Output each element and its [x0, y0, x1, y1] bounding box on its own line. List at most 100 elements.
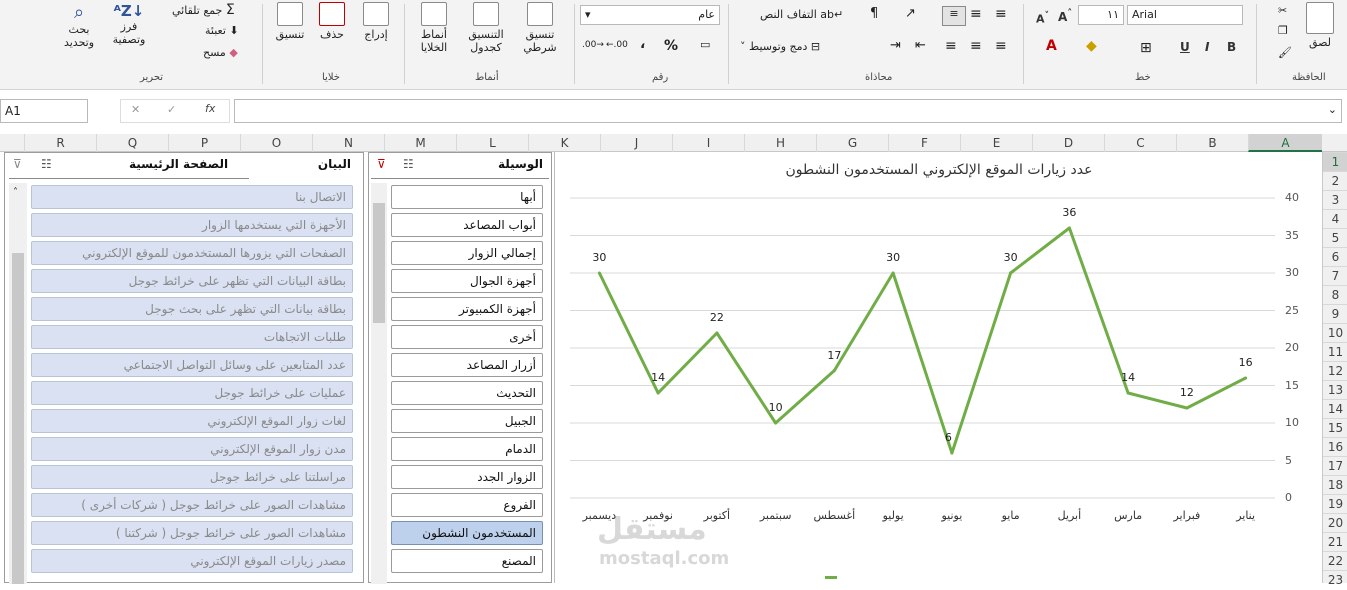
row-header[interactable]: 23	[1323, 570, 1347, 589]
autosum-button[interactable]: جمع تلقائي Σ	[172, 2, 235, 18]
column-header[interactable]: N	[312, 134, 384, 152]
slicer-main[interactable]: البيان الصفحة الرئيسية ☷ ⊽ ˄ الاتصال بنا…	[4, 152, 364, 584]
data-point[interactable]	[715, 331, 719, 335]
underline-button[interactable]: U	[1180, 40, 1190, 54]
align-left-icon[interactable]: ≡	[945, 38, 957, 54]
multi-select-icon[interactable]: ☷	[403, 157, 414, 171]
align-right-icon[interactable]: ≡	[995, 38, 1007, 54]
column-header[interactable]: J	[600, 134, 672, 152]
data-point[interactable]	[656, 391, 660, 395]
column-header[interactable]: I	[672, 134, 744, 152]
merge-center-button[interactable]: ˅ دمج وتوسيط ⊟	[740, 40, 820, 53]
column-header[interactable]: P	[168, 134, 240, 152]
rtl-icon[interactable]: ¶	[870, 6, 878, 21]
row-header[interactable]: 6	[1323, 247, 1347, 266]
slicer-main-item[interactable]: بطاقة بيانات التي تظهر على بحث جوجل	[31, 297, 353, 321]
column-header[interactable]: C	[1104, 134, 1176, 152]
column-header[interactable]: A	[1248, 134, 1322, 152]
slicer-channel-item[interactable]: أخرى	[391, 325, 543, 349]
slicer-main-item[interactable]: لغات زوار الموقع الإلكتروني	[31, 409, 353, 433]
decrease-decimal-icon[interactable]: .00→	[582, 40, 604, 50]
row-header[interactable]: 13	[1323, 380, 1347, 399]
slicer-main-item[interactable]: الصفحات التي يزورها المستخدمون للموقع ال…	[31, 241, 353, 265]
border-icon[interactable]: ⊞	[1140, 40, 1152, 56]
row-header[interactable]: 2	[1323, 171, 1347, 190]
align-center-icon[interactable]: ≡	[970, 38, 982, 54]
column-header[interactable]: E	[960, 134, 1032, 152]
formula-input[interactable]: ⌄	[234, 99, 1342, 123]
row-header[interactable]: 10	[1323, 323, 1347, 342]
row-header[interactable]: 8	[1323, 285, 1347, 304]
column-header[interactable]: R	[24, 134, 96, 152]
data-point[interactable]	[597, 271, 601, 275]
scroll-thumb[interactable]	[12, 253, 24, 584]
row-header[interactable]: 22	[1323, 551, 1347, 570]
name-box[interactable]: A1	[0, 99, 88, 123]
column-header[interactable]: B	[1176, 134, 1248, 152]
delete-button[interactable]: حذف	[314, 2, 350, 41]
slicer-channel-item[interactable]: المستخدمون النشطون	[391, 521, 543, 545]
row-header[interactable]: 16	[1323, 437, 1347, 456]
wrap-text-button[interactable]: التفاف النص ab↵	[760, 8, 843, 21]
italic-button[interactable]: I	[1205, 40, 1209, 54]
slicer-channel-item[interactable]: أجهزة الكمبيوتر	[391, 297, 543, 321]
data-point[interactable]	[950, 451, 954, 455]
clear-filter-icon[interactable]: ⊽	[377, 157, 386, 171]
slicer-channel-item[interactable]: المصنع	[391, 549, 543, 573]
row-header[interactable]: 17	[1323, 456, 1347, 475]
align-top-icon[interactable]: ≡	[995, 6, 1007, 22]
slicer-main-item[interactable]: مراسلتنا على خرائط جوجل	[31, 465, 353, 489]
slicer-channel-item[interactable]: أزرار المصاعد	[391, 353, 543, 377]
series-line[interactable]	[598, 226, 1247, 455]
increase-indent-icon[interactable]: ⇥	[890, 38, 901, 53]
row-header[interactable]: 19	[1323, 494, 1347, 513]
column-header[interactable]: O	[240, 134, 312, 152]
conditional-format-button[interactable]: تنسيق شرطي	[515, 2, 565, 54]
find-select-button[interactable]: ⌕ بحث وتحديد	[56, 2, 102, 49]
slicer-main-item[interactable]: عمليات على خرائط جوجل	[31, 381, 353, 405]
row-header[interactable]: 11	[1323, 342, 1347, 361]
slicer-main-scrollbar[interactable]: ˄	[9, 183, 27, 584]
cancel-icon[interactable]: ✕	[131, 103, 140, 116]
enter-icon[interactable]: ✓	[167, 103, 176, 116]
row-header[interactable]: 15	[1323, 418, 1347, 437]
align-middle-icon[interactable]: ≡	[970, 6, 982, 22]
cut-icon[interactable]: ✂	[1278, 4, 1287, 17]
data-point[interactable]	[774, 421, 778, 425]
clear-filter-icon[interactable]: ⊽	[13, 157, 22, 171]
function-icon[interactable]: fx	[205, 102, 215, 115]
row-header[interactable]: 3	[1323, 190, 1347, 209]
accounting-icon[interactable]: ▭	[700, 38, 710, 51]
chart-area[interactable]: عدد زيارات الموقع الإلكتروني المستخدمون …	[554, 152, 1322, 583]
slicer-channel-item[interactable]: إجمالي الزوار	[391, 241, 543, 265]
orientation-icon[interactable]: ↗	[905, 6, 916, 21]
column-header[interactable]: L	[456, 134, 528, 152]
format-button[interactable]: تنسيق	[270, 2, 310, 41]
data-point[interactable]	[1185, 406, 1189, 410]
slicer-channel-item[interactable]: أبها	[391, 185, 543, 209]
slicer-main-item[interactable]: مدن زوار الموقع الإلكتروني	[31, 437, 353, 461]
decrease-indent-icon[interactable]: ⇤	[915, 38, 926, 53]
slicer-main-item[interactable]: طلبات الاتجاهات	[31, 325, 353, 349]
percent-button[interactable]: %	[664, 38, 678, 54]
cell-styles-button[interactable]: أنماط الخلايا	[410, 2, 458, 54]
format-as-table-button[interactable]: التنسيق كجدول	[460, 2, 512, 54]
row-header[interactable]: 14	[1323, 399, 1347, 418]
slicer-channel-item[interactable]: التحديث	[391, 381, 543, 405]
data-point[interactable]	[891, 271, 895, 275]
row-header[interactable]: 4	[1323, 209, 1347, 228]
sort-filter-button[interactable]: ᴬZ↓ فرز وتصفية	[106, 2, 152, 46]
slicer-channel-item[interactable]: الزوار الجدد	[391, 465, 543, 489]
paste-button[interactable]: لصق	[1300, 2, 1340, 49]
data-point[interactable]	[1244, 376, 1248, 380]
row-header[interactable]: 7	[1323, 266, 1347, 285]
column-header[interactable]: K	[528, 134, 600, 152]
column-header[interactable]: H	[744, 134, 816, 152]
copy-icon[interactable]: ❐	[1278, 24, 1288, 37]
data-point[interactable]	[832, 369, 836, 372]
fill-color-icon[interactable]: ◆	[1086, 38, 1097, 54]
slicer-main-item[interactable]: مصدر زيارات الموقع الإلكتروني	[31, 549, 353, 573]
bold-button[interactable]: B	[1227, 40, 1236, 54]
row-header[interactable]: 5	[1323, 228, 1347, 247]
slicer-channel-item[interactable]: الفروع	[391, 493, 543, 517]
